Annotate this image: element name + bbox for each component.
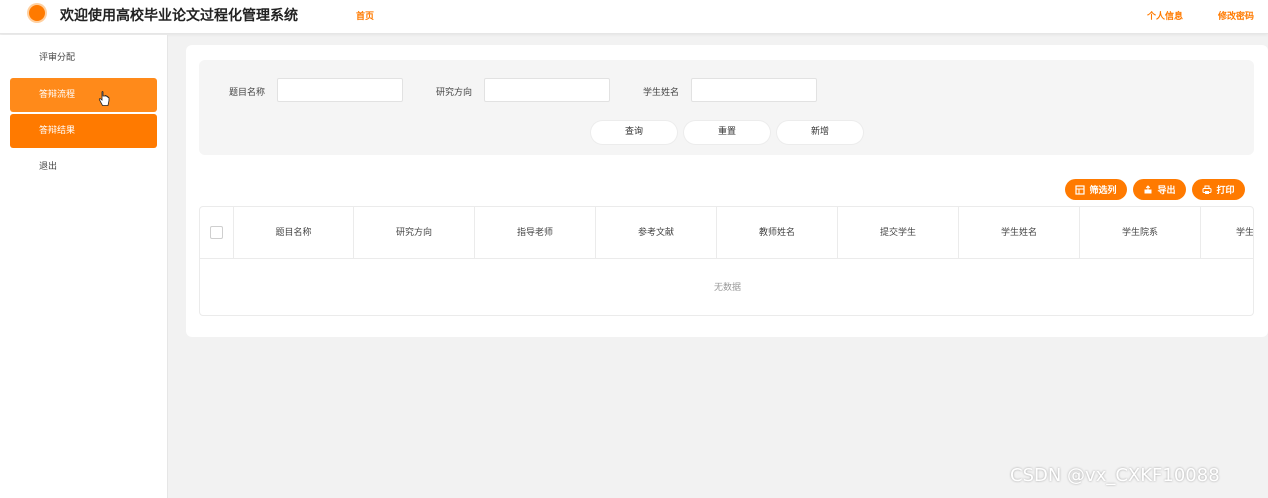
nav-home-link[interactable]: 首页 bbox=[356, 9, 374, 22]
add-button[interactable]: 新增 bbox=[777, 121, 863, 144]
empty-state-text: 无数据 bbox=[713, 283, 741, 293]
reset-button[interactable]: 重置 bbox=[684, 121, 770, 144]
export-icon bbox=[1144, 184, 1152, 193]
select-all-cell bbox=[200, 207, 234, 259]
column-header[interactable]: 学生院系 bbox=[1080, 207, 1201, 259]
watermark: CSDN @vx_CXKF10088 bbox=[1010, 465, 1220, 486]
search-input-research-direction[interactable] bbox=[484, 78, 610, 102]
column-header[interactable]: 题目名称 bbox=[234, 207, 354, 259]
print-label: 打印 bbox=[1216, 186, 1235, 196]
filter-columns-label: 筛选列 bbox=[1089, 186, 1117, 196]
search-label-topic: 题目名称 bbox=[229, 88, 266, 98]
column-header[interactable]: 指导老师 bbox=[475, 207, 596, 259]
print-button[interactable]: 打印 bbox=[1192, 179, 1245, 200]
query-button[interactable]: 查询 bbox=[591, 121, 677, 144]
data-table: 题目名称 研究方向 指导老师 参考文献 教师姓名 提交学生 学生姓名 学生院系 … bbox=[199, 206, 1254, 316]
hand-cursor-icon bbox=[98, 91, 110, 106]
column-header[interactable]: 研究方向 bbox=[354, 207, 475, 259]
sidebar-item-defense-result[interactable]: 答辩结果 bbox=[10, 114, 157, 148]
logo-icon bbox=[29, 5, 45, 21]
search-input-topic[interactable] bbox=[277, 78, 403, 102]
search-label-research-direction: 研究方向 bbox=[436, 88, 473, 98]
column-header[interactable]: 提交学生 bbox=[838, 207, 959, 259]
printer-icon bbox=[1202, 185, 1212, 194]
export-button[interactable]: 导出 bbox=[1133, 179, 1186, 200]
export-label: 导出 bbox=[1157, 186, 1176, 196]
sidebar-item-review-assignment[interactable]: 评审分配 bbox=[10, 41, 157, 75]
app-title: 欢迎使用高校毕业论文过程化管理系统 bbox=[60, 8, 298, 24]
columns-icon bbox=[1075, 184, 1086, 195]
column-header[interactable]: 学生姓名 bbox=[959, 207, 1080, 259]
column-header[interactable]: 学生 bbox=[1201, 207, 1253, 259]
column-header[interactable]: 参考文献 bbox=[596, 207, 717, 259]
search-label-student-name: 学生姓名 bbox=[643, 88, 680, 98]
filter-columns-button[interactable]: 筛选列 bbox=[1065, 179, 1127, 200]
top-bar: 欢迎使用高校毕业论文过程化管理系统 首页 个人信息 修改密码 bbox=[0, 0, 1268, 34]
select-all-checkbox[interactable] bbox=[210, 226, 223, 239]
sidebar-item-defense-process[interactable]: 答辩流程 bbox=[10, 78, 157, 112]
search-input-student-name[interactable] bbox=[691, 78, 817, 102]
column-header[interactable]: 教师姓名 bbox=[717, 207, 838, 259]
table-header: 题目名称 研究方向 指导老师 参考文献 教师姓名 提交学生 学生姓名 学生院系 … bbox=[200, 207, 1253, 259]
sidebar: 评审分配 答辩流程 答辩结果 退出 bbox=[0, 35, 168, 498]
nav-profile-link[interactable]: 个人信息 bbox=[1147, 9, 1183, 22]
sidebar-item-logout[interactable]: 退出 bbox=[10, 150, 157, 184]
nav-change-password-link[interactable]: 修改密码 bbox=[1218, 9, 1254, 22]
